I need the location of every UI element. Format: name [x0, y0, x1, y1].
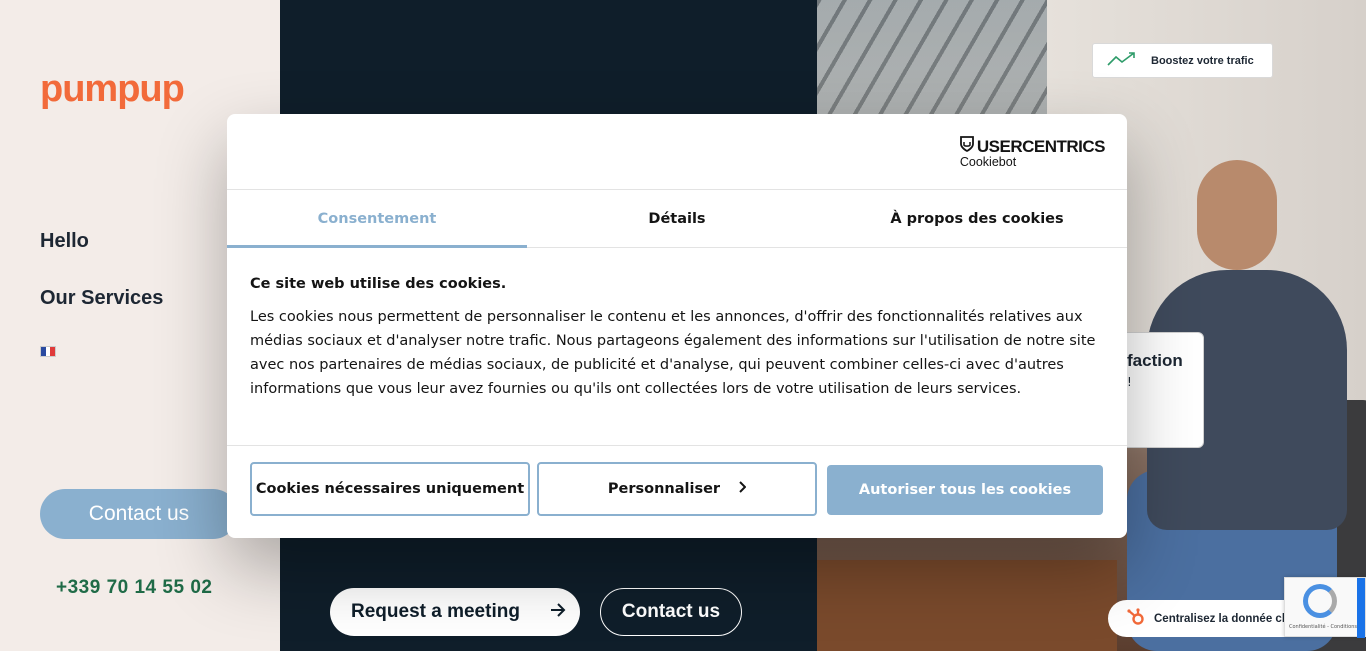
dialog-tabs: Consentement Détails À propos des cookie…	[227, 190, 1127, 248]
trafic-badge: Boostez votre trafic	[1092, 43, 1273, 78]
satisfaction-sub: !	[1127, 375, 1132, 389]
nav-item-our-services[interactable]: Our Services	[40, 287, 163, 310]
dialog-description: Les cookies nous permettent de personnal…	[250, 309, 1096, 397]
tab-details[interactable]: Détails	[527, 190, 827, 247]
request-meeting-label: Request a meeting	[351, 601, 520, 622]
shield-icon	[959, 136, 974, 157]
allow-all-cookies-button[interactable]: Autoriser tous les cookies	[827, 465, 1103, 515]
hubspot-icon	[1126, 607, 1146, 630]
recaptcha-terms[interactable]: Confidentialité - Conditions	[1289, 624, 1357, 630]
satisfaction-card: faction !	[1118, 332, 1204, 448]
hero-contact-button[interactable]: Contact us	[600, 588, 742, 636]
dialog-header: USERCENTRICS Cookiebot	[227, 114, 1127, 190]
tab-consentement[interactable]: Consentement	[227, 190, 527, 248]
trafic-badge-label: Boostez votre trafic	[1151, 54, 1254, 67]
dialog-body: Ce site web utilise des cookies. Les coo…	[227, 248, 1127, 446]
chevron-right-icon	[738, 481, 747, 497]
customize-button[interactable]: Personnaliser	[537, 462, 817, 516]
necessary-cookies-button[interactable]: Cookies nécessaires uniquement	[250, 462, 530, 516]
customize-label: Personnaliser	[607, 481, 721, 497]
centralisez-badge: Centralisez la donnée cl	[1108, 600, 1308, 637]
trend-chart-icon	[1107, 51, 1137, 70]
recaptcha-badge[interactable]: Confidentialité - Conditions	[1284, 577, 1366, 638]
satisfaction-title: faction	[1127, 351, 1183, 370]
phone-link[interactable]: +339 70 14 55 02	[56, 577, 212, 599]
tab-about-cookies[interactable]: À propos des cookies	[827, 190, 1127, 247]
french-flag-icon[interactable]	[40, 346, 56, 357]
sidebar-contact-button[interactable]: Contact us	[40, 489, 238, 539]
centralisez-label: Centralisez la donnée cl	[1154, 612, 1286, 625]
brand-subtitle: Cookiebot	[959, 155, 1017, 169]
arrow-right-icon	[550, 601, 566, 623]
nav-item-hello[interactable]: Hello	[40, 230, 89, 253]
dialog-actions: Cookies nécessaires uniquement Personnal…	[227, 446, 1127, 538]
brand-name: USERCENTRICS	[976, 136, 1106, 156]
request-meeting-button[interactable]: Request a meeting	[330, 588, 580, 636]
recaptcha-icon	[1303, 584, 1337, 618]
pumpup-logo[interactable]: pumpup	[40, 68, 185, 111]
cookie-consent-dialog: USERCENTRICS Cookiebot Consentement Déta…	[227, 114, 1127, 538]
cookiebot-brand[interactable]: USERCENTRICS Cookiebot	[959, 136, 1106, 169]
dialog-title: Ce site web utilise des cookies.	[250, 276, 507, 292]
